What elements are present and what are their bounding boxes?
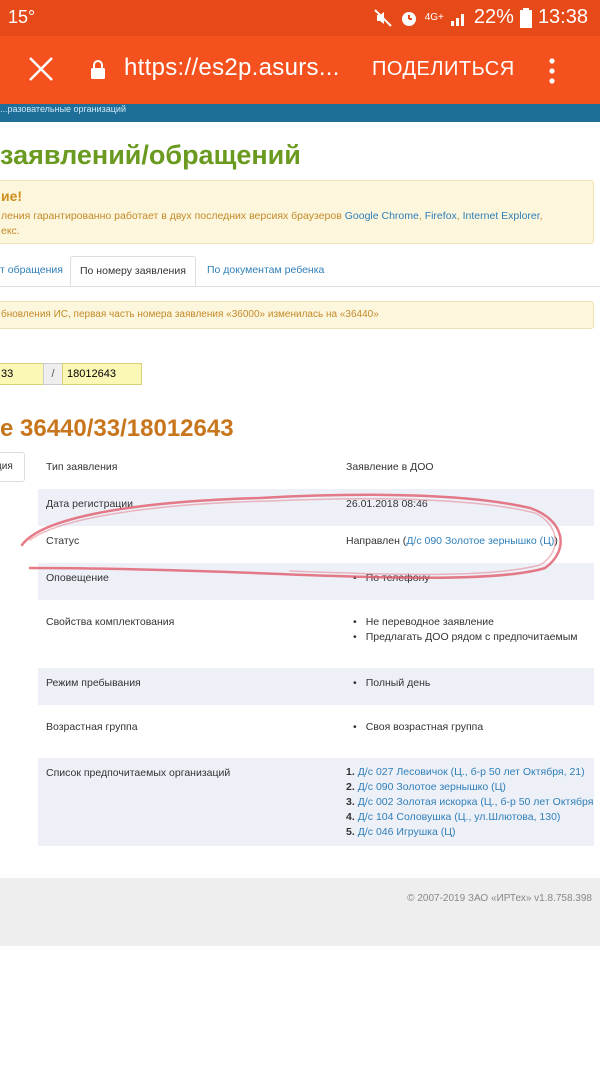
label-age-group: Возрастная группа — [46, 721, 138, 733]
org-link[interactable]: Д/с 002 Золотая искорка (Ц., б-р 50 лет … — [358, 796, 594, 808]
list-item: 2. Д/с 090 Золотое зернышко (Ц) — [346, 780, 593, 795]
more-options-icon[interactable] — [546, 56, 558, 86]
clock: 13:38 — [537, 6, 588, 28]
hand-drawn-highlight-scribble — [20, 493, 562, 580]
android-status-bar: 15° 4G+ 22% 13:38 — [0, 0, 600, 36]
status-icons: 4G+ 22% 13:38 — [373, 6, 588, 29]
notice-heading: ие! — [1, 188, 23, 204]
org-number: 4. — [346, 811, 355, 823]
tab-by-request[interactable]: т обращения — [0, 256, 63, 284]
list-item: 4. Д/с 104 Соловушка (Ц., ул.Шлютова, 130… — [346, 810, 593, 825]
label-preferred-organizations: Список предпочитаемых организаций — [46, 767, 231, 779]
row-age-group: Возрастная группа Своя возрастная группа — [38, 705, 594, 758]
search-tabs: т обращения По номеру заявления По докум… — [0, 256, 600, 287]
mute-icon — [374, 8, 392, 27]
tab-by-application-number[interactable]: По номеру заявления — [70, 256, 196, 286]
org-link[interactable]: Д/с 104 Соловушка (Ц., ул.Шлютова, 130) — [358, 811, 561, 823]
side-tab-information[interactable]: ция — [0, 452, 25, 482]
temperature-indicator: 15° — [8, 7, 36, 27]
org-link[interactable]: Д/с 027 Лесовичок (Ц., б-р 50 лет Октябр… — [358, 766, 585, 778]
link-internet-explorer[interactable]: Internet Explorer — [463, 210, 540, 222]
row-stay-mode: Режим пребывания Полный день — [38, 668, 594, 705]
site-header-band: ...разовательные организаций — [0, 104, 600, 122]
age-group-list: Своя возрастная группа — [346, 720, 483, 735]
close-icon[interactable] — [26, 54, 56, 84]
notice-text: ления гарантированно работает в двух пос… — [1, 210, 543, 237]
copyright-text: © 2007-2019 ЗАО «ИРТех» v1.8.758.398 — [407, 893, 592, 904]
update-info-banner: бновления ИС, первая часть номера заявле… — [0, 301, 594, 329]
browser-notice: ие! ления гарантированно работает в двух… — [0, 180, 594, 244]
application-heading: е 36440/33/18012643 — [0, 415, 234, 442]
notice-text-end: екс. — [1, 225, 20, 237]
org-number: 2. — [346, 781, 355, 793]
link-google-chrome[interactable]: Google Chrome — [345, 210, 419, 222]
list-item: Не переводное заявление — [346, 615, 577, 630]
list-item: 1. Д/с 027 Лесовичок (Ц., б-р 50 лет Октя… — [346, 765, 593, 780]
org-number: 5. — [346, 826, 355, 838]
tab-by-child-documents[interactable]: По документам ребенка — [207, 256, 324, 284]
org-link[interactable]: Д/с 046 Игрушка (Ц) — [358, 826, 456, 838]
application-number-part2-input[interactable]: 18012643 — [62, 363, 142, 385]
battery-percent: 22% — [473, 6, 514, 28]
application-number-part1-input[interactable]: 33 — [0, 363, 48, 385]
list-item: Полный день — [346, 676, 431, 691]
label-stay-mode: Режим пребывания — [46, 677, 141, 689]
label-enrollment-properties: Свойства комплектования — [46, 616, 175, 628]
lock-icon — [91, 60, 105, 79]
org-link[interactable]: Д/с 090 Золотое зернышко (Ц) — [358, 781, 506, 793]
site-header-text: ...разовательные организаций — [0, 104, 126, 114]
number-separator: / — [43, 363, 63, 385]
enrollment-properties-list: Не переводное заявление Предлагать ДОО р… — [346, 615, 578, 645]
link-firefox[interactable]: Firefox — [425, 210, 457, 222]
row-preferred-organizations: Список предпочитаемых организаций 1. Д/с … — [38, 758, 594, 846]
value-application-type: Заявление в ДОО — [346, 461, 434, 473]
url-text[interactable]: https://es2p.asurs... — [124, 54, 340, 82]
org-number: 3. — [346, 796, 355, 808]
stay-mode-list: Полный день — [346, 676, 431, 691]
browser-toolbar: https://es2p.asurs... ПОДЕЛИТЬСЯ — [0, 36, 600, 104]
page-footer: © 2007-2019 ЗАО «ИРТех» v1.8.758.398 — [0, 878, 600, 946]
signal-icon — [450, 13, 464, 26]
share-button[interactable]: ПОДЕЛИТЬСЯ — [372, 58, 515, 81]
org-number: 1. — [346, 766, 355, 778]
notice-text-start: ления гарантированно работает в двух пос… — [1, 210, 345, 222]
list-item: Своя возрастная группа — [346, 720, 483, 735]
list-item: 3. Д/с 002 Золотая искорка (Ц., б-р 50 ле… — [346, 795, 593, 810]
page-title: заявлений/обращений — [0, 140, 301, 170]
alarm-icon — [401, 11, 416, 26]
list-item: 5. Д/с 046 Игрушка (Ц) — [346, 825, 593, 840]
battery-icon — [519, 7, 532, 28]
update-info-text: бновления ИС, первая часть номера заявле… — [1, 309, 379, 320]
label-application-type: Тип заявления — [46, 461, 118, 473]
list-item: Предлагать ДОО рядом с предпочитаемым — [346, 630, 578, 645]
preferred-organizations-list: 1. Д/с 027 Лесовичок (Ц., б-р 50 лет Октя… — [346, 765, 593, 840]
row-enrollment-properties: Свойства комплектования Не переводное за… — [38, 600, 594, 668]
network-type: 4G+ — [424, 12, 444, 23]
